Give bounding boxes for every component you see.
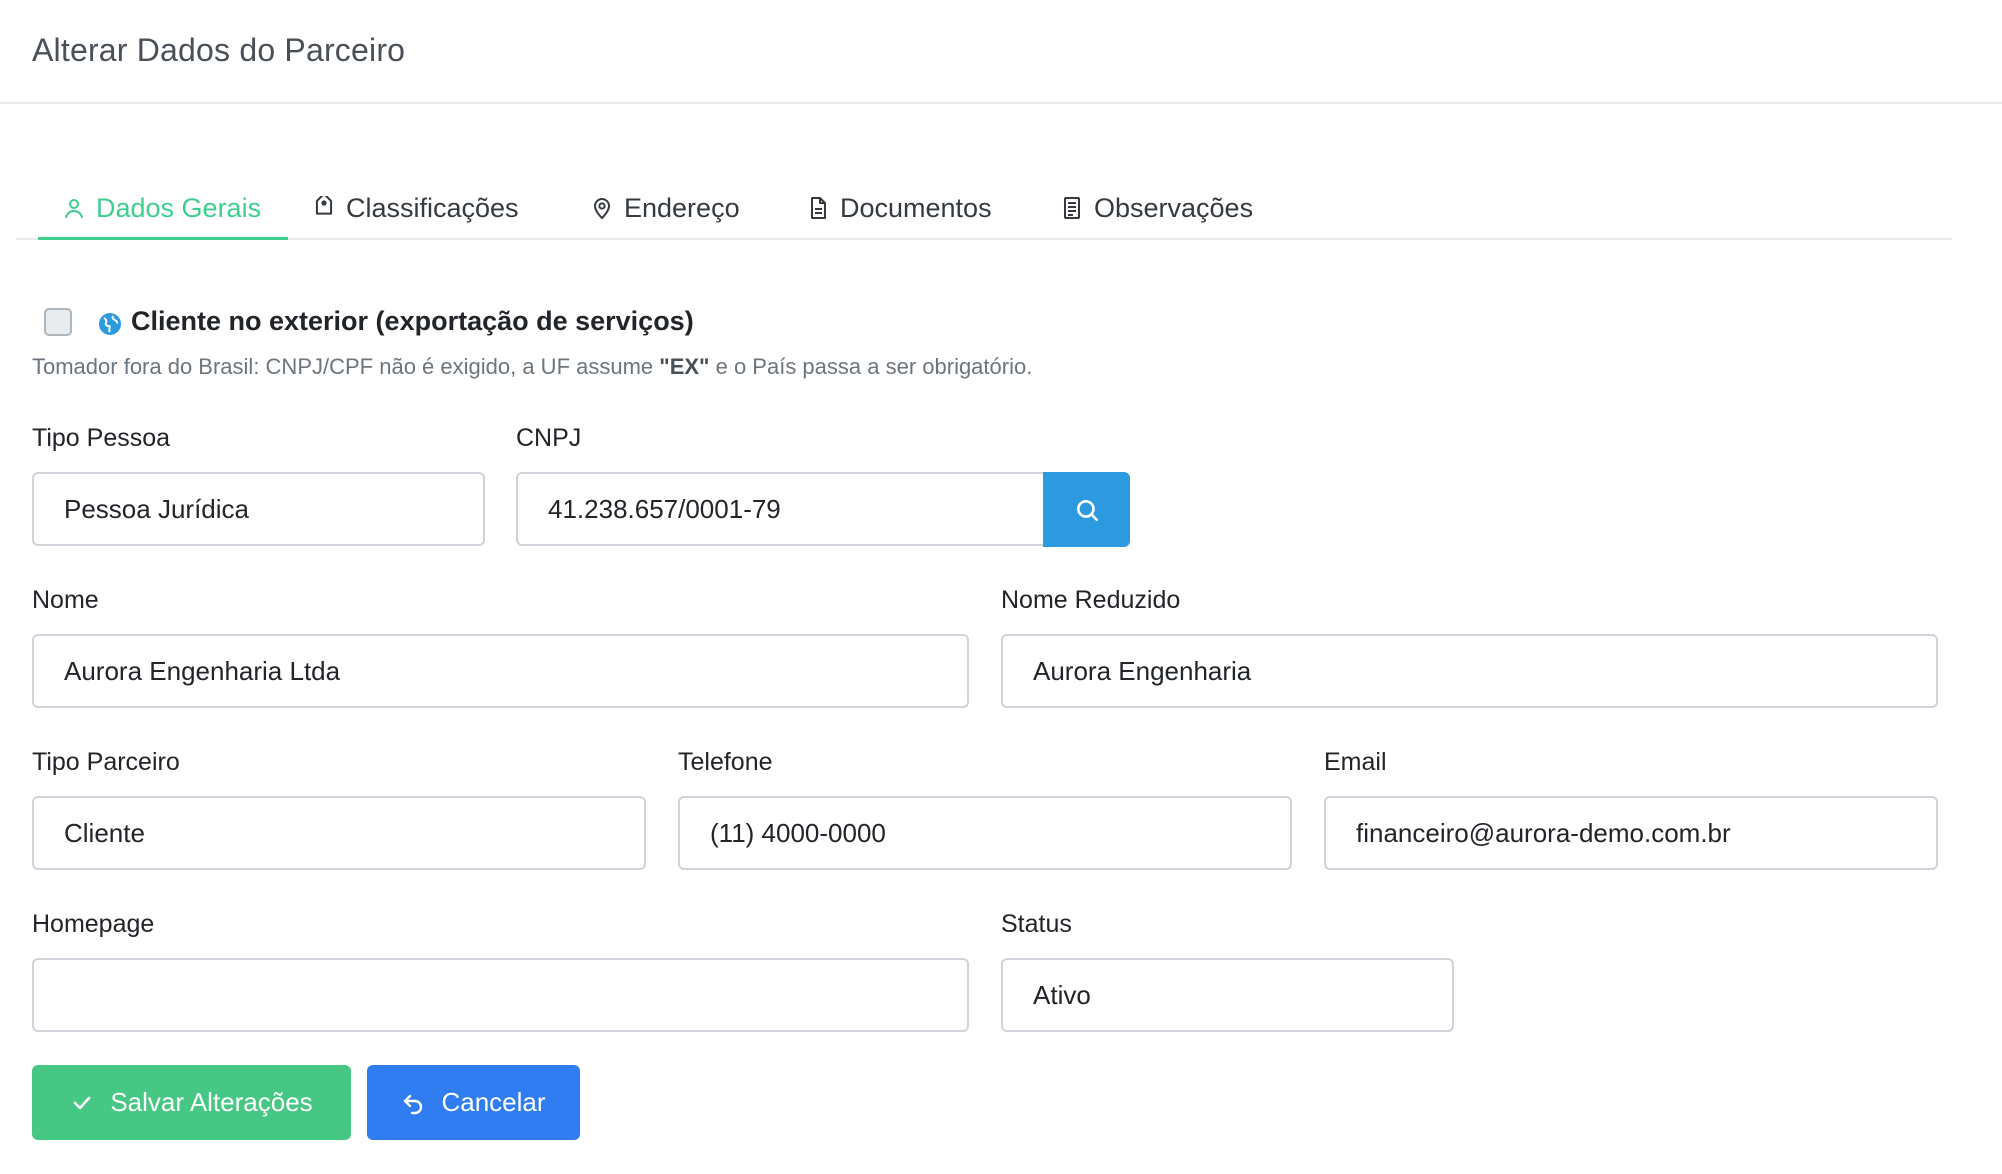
telefone-label: Telefone [678, 748, 773, 776]
page-header: Alterar Dados do Parceiro [0, 0, 2002, 104]
email-label: Email [1324, 748, 1387, 776]
globe-icon [99, 313, 121, 335]
tag-icon [315, 196, 333, 215]
tab-label: Observações [1094, 192, 1254, 223]
export-hint: Tomador fora do Brasil: CNPJ/CPF não é e… [32, 354, 1033, 379]
tipo-pessoa-select[interactable]: Pessoa Jurídica [32, 472, 485, 546]
search-icon [1076, 499, 1098, 521]
save-button-label: Salvar Alterações [110, 1087, 313, 1117]
tab-documentos[interactable]: Documentos [806, 178, 992, 238]
tab-label: Endereço [624, 192, 740, 223]
edit-partner-page: Alterar Dados do Parceiro Dados Gerais C… [0, 0, 2002, 1174]
homepage-input[interactable] [32, 958, 969, 1032]
page-title: Alterar Dados do Parceiro [32, 32, 406, 68]
nome-label: Nome [32, 586, 99, 614]
map-pin-icon [594, 198, 610, 219]
tipo-pessoa-label: Tipo Pessoa [32, 424, 171, 452]
telefone-input[interactable]: (11) 4000-0000 [678, 796, 1292, 870]
tab-label: Dados Gerais [96, 192, 262, 223]
hint-emphasis: "EX" [659, 354, 710, 379]
tab-label: Classificações [346, 192, 519, 223]
tab-endereco[interactable]: Endereço [590, 178, 740, 238]
nome-reduzido-label: Nome Reduzido [1001, 586, 1181, 614]
nome-reduzido-input[interactable]: Aurora Engenharia [1001, 634, 1938, 708]
email-input[interactable]: financeiro@aurora-demo.com.br [1324, 796, 1938, 870]
export-checkbox[interactable] [44, 308, 72, 336]
notes-icon [1064, 197, 1080, 219]
tab-observacoes[interactable]: Observações [1060, 178, 1253, 238]
tab-dados-gerais[interactable]: Dados Gerais [38, 178, 288, 240]
homepage-label: Homepage [32, 910, 155, 938]
save-button[interactable]: Salvar Alterações [32, 1065, 351, 1140]
cancel-button[interactable]: Cancelar [367, 1065, 580, 1140]
undo-icon [404, 1094, 423, 1114]
tab-classificacoes[interactable]: Classificações [312, 178, 519, 238]
user-icon [65, 199, 83, 218]
check-icon [74, 1096, 91, 1109]
nome-input[interactable]: Aurora Engenharia Ltda [32, 634, 969, 708]
tab-label: Documentos [840, 192, 992, 223]
cnpj-input[interactable]: 41.238.657/0001-79 [516, 472, 1045, 546]
tab-bar: Dados Gerais Classificações Endereço Doc… [16, 178, 1952, 240]
document-icon [811, 197, 826, 219]
cnpj-label: CNPJ [516, 424, 582, 452]
cnpj-search-button[interactable] [1043, 472, 1130, 547]
status-select[interactable]: Ativo [1001, 958, 1454, 1032]
status-label: Status [1001, 910, 1072, 938]
export-label: Cliente no exterior (exportação de servi… [131, 306, 694, 336]
tipo-parceiro-label: Tipo Parceiro [32, 748, 180, 776]
tipo-parceiro-select[interactable]: Cliente [32, 796, 646, 870]
cancel-button-label: Cancelar [441, 1087, 546, 1117]
